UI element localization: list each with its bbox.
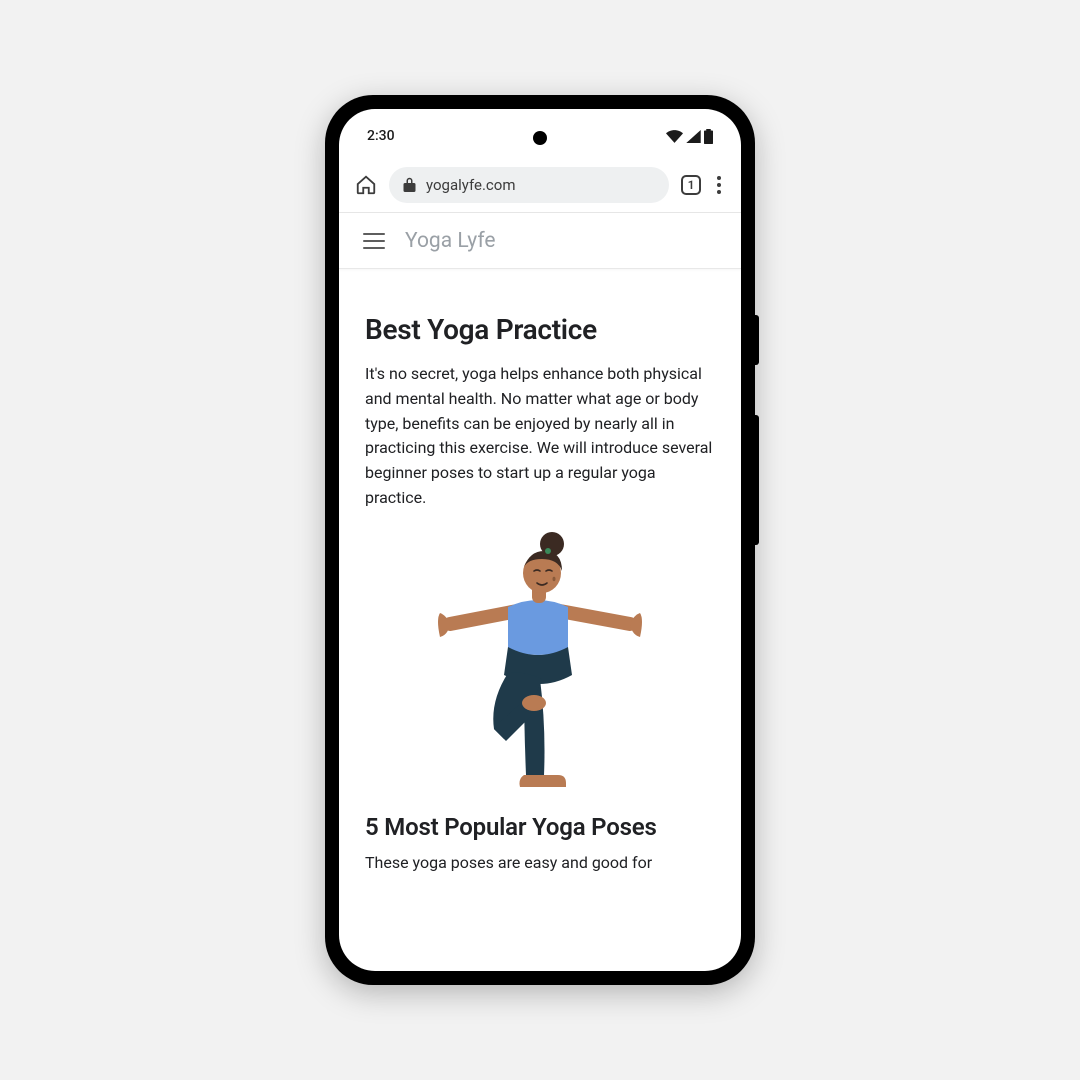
address-bar[interactable]: yogalyfe.com — [389, 167, 669, 203]
browser-toolbar: yogalyfe.com 1 — [339, 157, 741, 213]
url-text: yogalyfe.com — [426, 176, 515, 194]
home-icon[interactable] — [355, 174, 377, 196]
tabs-button[interactable]: 1 — [681, 175, 701, 195]
lock-icon — [403, 177, 416, 192]
hamburger-icon[interactable] — [363, 233, 385, 249]
article-subintro: These yoga poses are easy and good for — [365, 851, 715, 876]
battery-icon — [704, 129, 713, 144]
power-button — [755, 315, 759, 365]
site-title: Yoga Lyfe — [405, 229, 496, 253]
menu-button[interactable] — [713, 172, 725, 198]
cellular-icon — [686, 130, 701, 143]
wifi-icon — [666, 130, 683, 143]
tab-count-value: 1 — [688, 178, 695, 192]
phone-frame: 2:30 yogalyfe.co — [325, 95, 755, 985]
phone-screen: 2:30 yogalyfe.co — [339, 109, 741, 971]
article-intro: It's no secret, yoga helps enhance both … — [365, 362, 715, 511]
article-heading: Best Yoga Practice — [365, 313, 715, 346]
article-content[interactable]: Best Yoga Practice It's no secret, yoga … — [339, 269, 741, 971]
status-icons — [666, 123, 713, 144]
camera-dot — [533, 131, 547, 145]
volume-button — [755, 415, 759, 545]
site-header: Yoga Lyfe — [339, 213, 741, 269]
status-time: 2:30 — [367, 122, 395, 144]
article-subheading: 5 Most Popular Yoga Poses — [365, 813, 715, 841]
yoga-illustration — [365, 529, 715, 799]
